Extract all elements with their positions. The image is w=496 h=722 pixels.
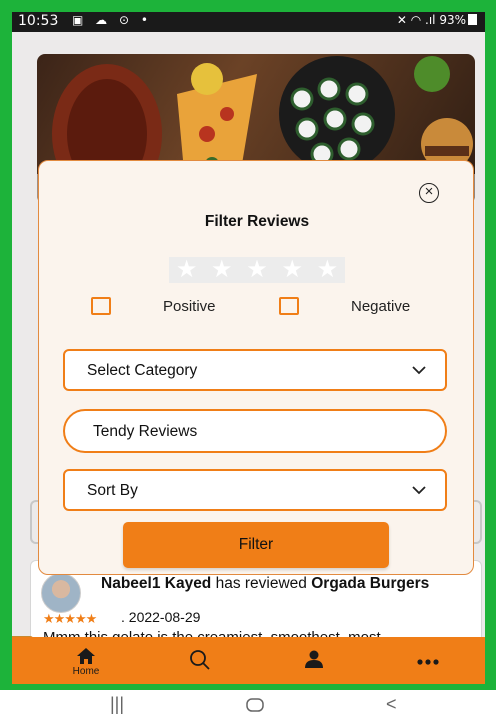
home-icon xyxy=(77,648,95,664)
star-icon[interactable]: ★ xyxy=(169,257,204,283)
positive-checkbox[interactable] xyxy=(91,297,111,315)
filter-button[interactable]: Filter xyxy=(123,522,389,568)
chevron-down-icon xyxy=(412,366,426,375)
reviewed-place[interactable]: Orgada Burgers xyxy=(311,575,429,592)
modal-title: Filter Reviews xyxy=(204,213,310,230)
nav-profile[interactable] xyxy=(284,637,344,684)
more-dots-icon xyxy=(417,659,439,665)
battery-icon xyxy=(468,14,477,25)
trendy-reviews-field[interactable]: Tendy Reviews xyxy=(63,409,447,453)
status-time: 10:53 xyxy=(18,13,59,29)
sort-by-select[interactable]: Sort By xyxy=(63,469,447,511)
chevron-down-icon xyxy=(412,486,426,495)
review-action: has reviewed xyxy=(215,575,307,592)
nav-more[interactable] xyxy=(398,637,458,684)
sentiment-row: Positive Negative xyxy=(39,295,475,319)
home-button-icon[interactable] xyxy=(246,698,264,712)
rating-stars-icon: ★★★★★ xyxy=(43,611,97,626)
battery-percent: 93% xyxy=(439,13,466,27)
category-select-label: Select Category xyxy=(87,362,198,379)
bottom-nav: Home xyxy=(12,637,485,684)
nav-search[interactable] xyxy=(170,637,230,684)
negative-label: Negative xyxy=(351,298,411,315)
search-icon xyxy=(190,650,210,670)
status-bar: 10:53 ▣ ☁ ⊙ • ✕ ◠ .ıl 93% xyxy=(12,12,485,32)
star-icon[interactable]: ★ xyxy=(310,257,345,283)
back-icon[interactable]: < xyxy=(386,694,397,715)
app-screen: 10:53 ▣ ☁ ⊙ • ✕ ◠ .ıl 93% Nabeel1 Kayed … xyxy=(12,12,485,684)
trendy-reviews-label: Tendy Reviews xyxy=(93,423,198,440)
signal-icons: ✕ ◠ .ıl xyxy=(396,13,436,27)
star-icon[interactable]: ★ xyxy=(204,257,239,283)
negative-checkbox[interactable] xyxy=(279,297,299,315)
star-icon[interactable]: ★ xyxy=(275,257,310,283)
avatar xyxy=(41,573,81,613)
android-nav-bar: ||| < xyxy=(0,690,496,722)
reviewer-name[interactable]: Nabeel1 Kayed xyxy=(101,575,211,592)
status-right: ✕ ◠ .ıl 93% xyxy=(397,13,477,27)
nav-home[interactable]: Home xyxy=(56,637,116,684)
review-title: Nabeel1 Kayed has reviewed Orgada Burger… xyxy=(101,575,471,592)
recent-apps-icon[interactable]: ||| xyxy=(110,694,124,715)
sort-by-label: Sort By xyxy=(87,482,138,499)
filter-reviews-modal: × Filter Reviews ★ ★ ★ ★ ★ Positive Nega… xyxy=(38,160,474,575)
category-select[interactable]: Select Category xyxy=(63,349,447,391)
review-date: . 2022-08-29 xyxy=(121,609,201,625)
user-icon xyxy=(305,650,323,668)
close-icon[interactable]: × xyxy=(419,183,439,203)
positive-label: Positive xyxy=(163,298,216,315)
star-icon[interactable]: ★ xyxy=(239,257,274,283)
notification-icons: ▣ ☁ ⊙ • xyxy=(72,13,152,27)
rating-selector[interactable]: ★ ★ ★ ★ ★ xyxy=(169,257,345,283)
nav-home-label: Home xyxy=(72,666,100,677)
